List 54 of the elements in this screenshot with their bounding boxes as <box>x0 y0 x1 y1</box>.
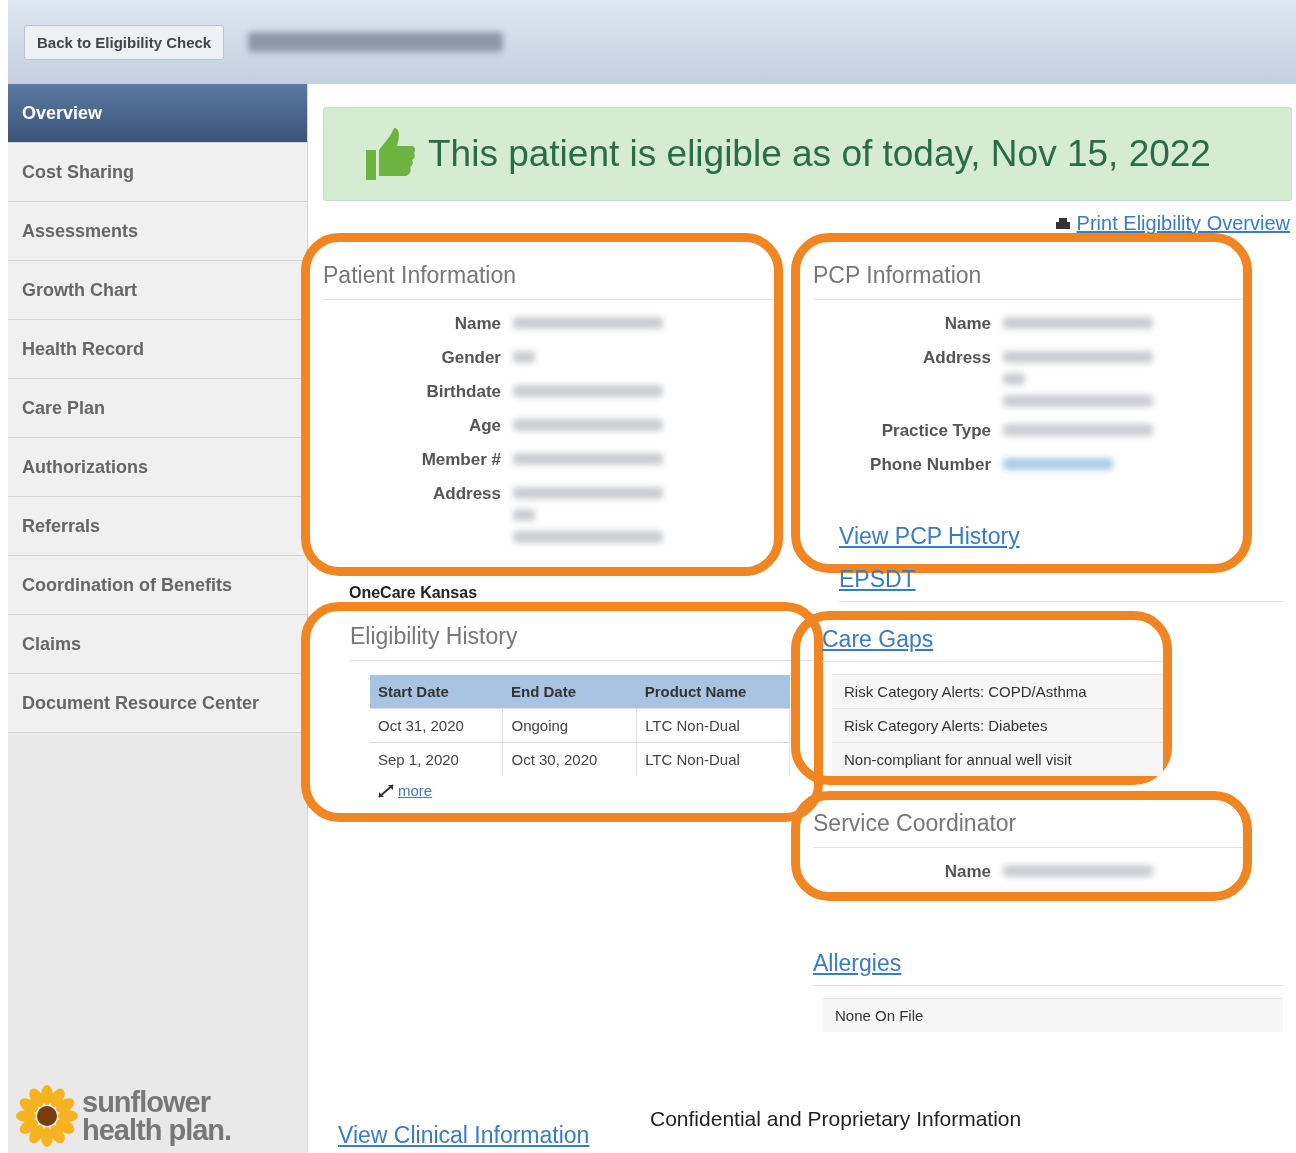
field-label: Address <box>431 484 501 505</box>
allergy-item: None On File <box>823 998 1283 1032</box>
sidebar-item[interactable]: Claims <box>8 615 307 674</box>
allergies-link[interactable]: Allergies <box>813 950 902 976</box>
sidebar-item[interactable]: Overview <box>8 84 307 143</box>
blurred-value <box>513 351 535 363</box>
sidebar-item[interactable]: Cost Sharing <box>8 143 307 202</box>
thumbs-up-icon <box>364 126 416 182</box>
section-title: PCP Information <box>813 262 1243 300</box>
field-label: Age <box>467 416 501 436</box>
blurred-value <box>513 509 535 521</box>
sidebar-item[interactable]: Coordination of Benefits <box>8 556 307 615</box>
blurred-value <box>1003 373 1025 385</box>
table-cell: LTC Non-Dual <box>636 708 790 743</box>
column-header: End Date <box>503 675 637 709</box>
clinical-info-link[interactable]: View Clinical Information <box>338 1122 590 1149</box>
expand-arrows-icon <box>378 783 394 798</box>
sidebar-item[interactable]: Assessments <box>8 202 307 261</box>
care-gap-item: Risk Category Alerts: Diabetes <box>832 708 1163 742</box>
table-cell: LTC Non-Dual <box>636 742 790 776</box>
table-cell: Ongoing <box>503 708 637 743</box>
section-title: Service Coordinator <box>813 810 1243 848</box>
table-cell: Oct 30, 2020 <box>503 742 637 776</box>
care-gaps-link[interactable]: Care Gaps <box>822 626 934 652</box>
field-label: Birthdate <box>425 382 501 402</box>
plan-name: OneCare Kansas <box>349 584 478 602</box>
section-title: Eligibility History <box>350 623 814 661</box>
eligibility-message: This patient is eligible as of today, Nov 15, 2022 <box>428 133 1211 175</box>
sidebar-item[interactable]: Referrals <box>8 497 307 556</box>
care-gap-item: Risk Category Alerts: COPD/Asthma <box>832 674 1163 708</box>
field-label: Name <box>453 314 501 334</box>
field-label: Name <box>943 862 991 882</box>
field-label: Gender <box>440 348 501 368</box>
field-label: Member # <box>420 450 501 470</box>
column-header: Product Name <box>636 675 790 709</box>
table-cell: Oct 31, 2020 <box>370 708 503 743</box>
field-label: Practice Type <box>880 421 991 441</box>
care-gap-item: Non-compliant for annual well visit <box>832 742 1163 776</box>
footer-note: Confidential and Proprietary Information <box>650 1107 1022 1131</box>
back-button[interactable]: Back to Eligibility Check <box>24 24 225 60</box>
print-link[interactable]: Print Eligibility Overview <box>1054 212 1290 235</box>
field-label: Address <box>921 348 991 369</box>
logo-text: sunflower <box>82 1088 212 1116</box>
pcp-history-link[interactable]: View PCP History <box>839 523 1020 550</box>
table-cell: Sep 1, 2020 <box>370 742 503 776</box>
field-label: Phone Number <box>869 455 991 475</box>
column-header: Start Date <box>370 675 503 709</box>
more-link[interactable]: more <box>398 782 433 799</box>
field-label: Name <box>943 314 991 334</box>
section-title: Patient Information <box>323 262 774 300</box>
printer-icon <box>1054 215 1071 232</box>
logo-text: health plan. <box>82 1116 232 1144</box>
epsdt-link[interactable]: EPSDT <box>839 566 916 592</box>
sunflower-logo-icon <box>16 1085 78 1147</box>
